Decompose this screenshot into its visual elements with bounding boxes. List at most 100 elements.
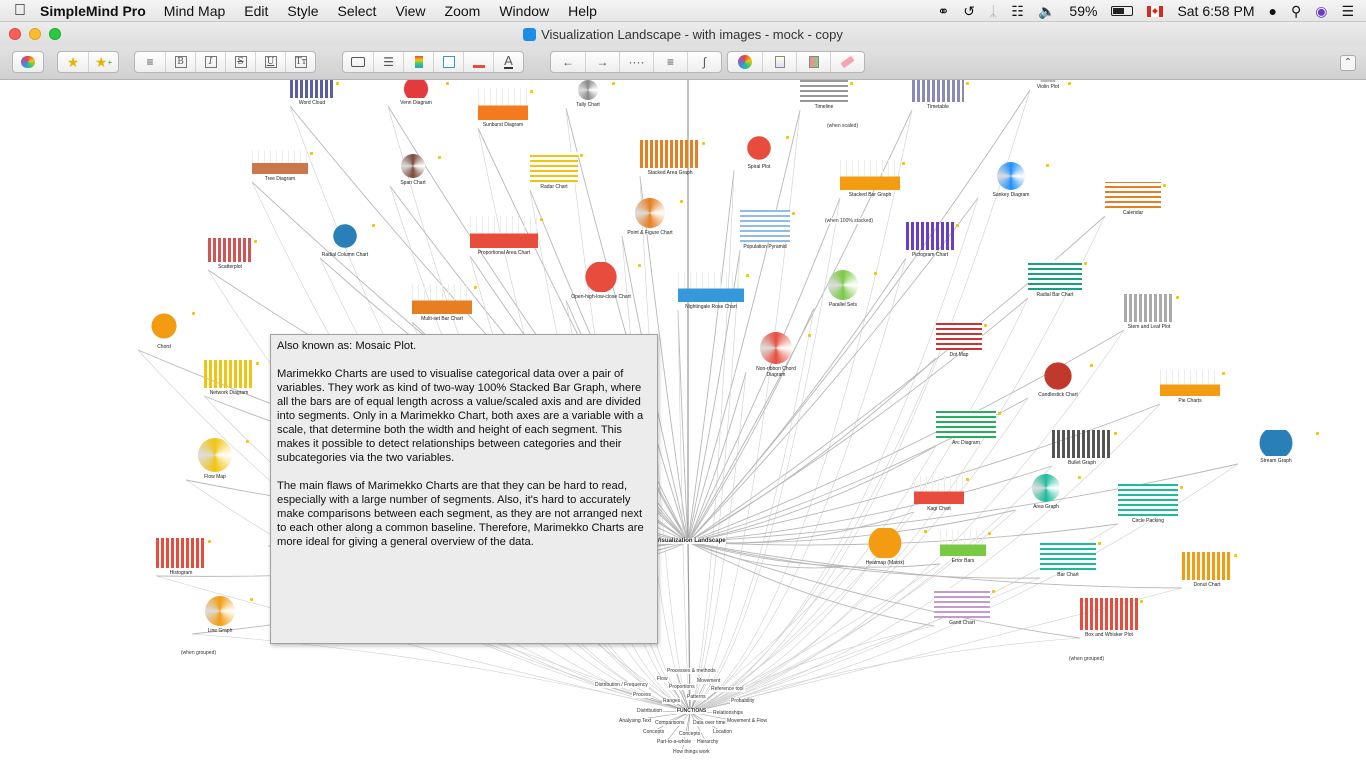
topic-node[interactable]: Tree Diagram: [252, 150, 308, 182]
topic-node[interactable]: Parallel Sets: [814, 270, 872, 308]
dotted-line-icon[interactable]: ····: [619, 52, 653, 72]
topic-node[interactable]: Pie Charts: [1160, 370, 1220, 404]
function-topic[interactable]: Flow: [656, 676, 669, 682]
topic-node[interactable]: Gantt Chart: [934, 588, 990, 626]
topic-node[interactable]: Stream Graph: [1238, 430, 1314, 464]
fill-icon[interactable]: [433, 52, 463, 72]
style-sheet-icon[interactable]: [796, 52, 830, 72]
topic-node[interactable]: Area Graph: [1016, 474, 1076, 510]
topic-node[interactable]: Flow Map: [186, 438, 244, 480]
menu-zoom[interactable]: Zoom: [445, 3, 481, 19]
function-topic[interactable]: Patterns: [686, 694, 707, 700]
color-scheme-icon[interactable]: [403, 52, 433, 72]
topic-node[interactable]: Bullet Graph: [1052, 430, 1112, 466]
topic-node[interactable]: Tally Chart: [566, 80, 610, 108]
bold-icon[interactable]: B: [165, 52, 195, 72]
topic-node[interactable]: Proportional Area Chart: [470, 216, 538, 256]
topic-node[interactable]: Population Pyramid: [740, 210, 790, 250]
layout-icon[interactable]: [762, 52, 796, 72]
function-topic[interactable]: Movement & Flow: [726, 718, 769, 724]
function-topic[interactable]: Proportions: [668, 684, 696, 690]
topic-node[interactable]: Heatmap (Matrix): [848, 528, 922, 566]
mind-map-canvas[interactable]: Word Cloud Venn Diagram Sunburst Diagram Ta…: [0, 80, 1366, 768]
topic-node[interactable]: Circle Packing: [1118, 484, 1178, 524]
spotlight-icon[interactable]: ⚲: [1291, 3, 1301, 20]
topic-node[interactable]: Bar Chart: [1040, 540, 1096, 578]
function-topic[interactable]: Comparisons: [654, 720, 686, 726]
time-machine-icon[interactable]: ↺: [963, 3, 975, 20]
topic-node[interactable]: Radial Bar Chart: [1028, 260, 1082, 298]
canada-flag-icon[interactable]: [1147, 5, 1164, 17]
topic-node[interactable]: Stacked Area Graph: [640, 140, 700, 176]
topic-node[interactable]: Network Diagram: [204, 360, 254, 396]
function-topic[interactable]: Distribution: [636, 708, 664, 714]
volume-icon[interactable]: 🔈: [1038, 3, 1055, 20]
topic-node[interactable]: Histogram: [156, 538, 206, 576]
function-topic[interactable]: Hierarchy: [696, 739, 720, 745]
menu-edit[interactable]: Edit: [244, 3, 268, 19]
highlight-icon[interactable]: [463, 52, 493, 72]
line-width-icon[interactable]: ≡: [653, 52, 687, 72]
topic-node[interactable]: Kagi Chart: [914, 476, 964, 512]
function-topic[interactable]: Ranges: [662, 698, 682, 704]
central-topic[interactable]: Visualization Landscape: [656, 538, 726, 544]
topic-node[interactable]: Stem and Leaf Plot: [1124, 294, 1174, 330]
menu-style[interactable]: Style: [287, 3, 318, 19]
eraser-icon[interactable]: [830, 52, 864, 72]
topic-node[interactable]: Calendar: [1105, 182, 1161, 216]
topic-node[interactable]: Error Bars: [940, 530, 986, 564]
topic-node[interactable]: Arc Diagram: [936, 410, 996, 446]
arrow-right-icon[interactable]: →: [585, 52, 619, 72]
topic-node[interactable]: Box and Whisker Plot: [1080, 598, 1138, 638]
function-topic[interactable]: Process: [632, 692, 653, 698]
battery-icon[interactable]: [1111, 6, 1134, 16]
function-topic[interactable]: Movement: [696, 678, 722, 684]
topic-node[interactable]: Violin Plot: [1030, 80, 1066, 90]
function-topic[interactable]: Probability: [730, 698, 756, 704]
topic-node[interactable]: Radial Column Chart: [320, 222, 370, 258]
functions-center[interactable]: FUNCTIONS: [676, 708, 708, 714]
topic-node[interactable]: Venn Diagram: [388, 80, 444, 106]
function-topic[interactable]: Relationships: [712, 710, 745, 716]
topic-node[interactable]: Word Cloud: [290, 80, 334, 106]
topic-node[interactable]: Nightingale Rose Chart: [678, 272, 744, 310]
topic-node[interactable]: Multi-set Bar Chart: [412, 284, 472, 322]
text-size-icon[interactable]: Tт: [285, 52, 315, 72]
topic-node[interactable]: Point & Figure Chart: [622, 198, 678, 236]
topic-node[interactable]: Timeline: [800, 80, 848, 110]
topic-node[interactable]: Sunburst Diagram: [478, 88, 528, 128]
arrow-left-icon[interactable]: ←: [551, 52, 585, 72]
star-icon[interactable]: ★: [58, 52, 88, 72]
border-lines-icon[interactable]: ☰: [373, 52, 403, 72]
function-topic[interactable]: Data over time: [692, 720, 727, 726]
menu-view[interactable]: View: [395, 3, 425, 19]
function-topic[interactable]: Analysing Text: [618, 718, 653, 724]
topic-node[interactable]: Span Chart: [390, 154, 436, 186]
function-topic[interactable]: How things work: [672, 749, 711, 755]
app-menu[interactable]: SimpleMind Pro: [40, 3, 146, 19]
shape-icon[interactable]: [343, 52, 373, 72]
creative-cloud-icon[interactable]: ⚭: [938, 3, 950, 20]
topic-node[interactable]: Dot Map: [936, 322, 982, 358]
function-topic[interactable]: Concepts: [678, 731, 702, 737]
apple-menu-icon[interactable]: : [0, 2, 40, 20]
minimize-window-button[interactable]: [29, 28, 41, 40]
menu-help[interactable]: Help: [568, 3, 597, 19]
topic-node[interactable]: Radar Chart: [530, 152, 578, 190]
star-plus-icon[interactable]: ★ +: [88, 52, 118, 72]
function-topic[interactable]: Location: [712, 729, 733, 735]
color-wheel-icon[interactable]: [728, 52, 762, 72]
topic-node[interactable]: Pictogram Chart: [906, 222, 954, 258]
clock[interactable]: Sat 6:58 PM: [1177, 3, 1254, 19]
notification-center-icon[interactable]: ☰: [1341, 3, 1354, 20]
topic-node[interactable]: Non-ribbon Chord Diagram: [746, 332, 806, 378]
menu-select[interactable]: Select: [338, 3, 377, 19]
function-topic[interactable]: Part-to-a-whole: [656, 739, 693, 745]
text-color-icon[interactable]: A: [493, 52, 523, 72]
palette-icon[interactable]: [13, 52, 43, 72]
function-topic[interactable]: Distribution / Frequency: [594, 682, 649, 688]
wifi-icon[interactable]: ☷: [1011, 3, 1024, 20]
topic-node[interactable]: Donut Chart: [1182, 552, 1232, 588]
topic-node[interactable]: Timetable: [912, 80, 964, 110]
topic-node[interactable]: Scatterplot: [208, 238, 252, 270]
